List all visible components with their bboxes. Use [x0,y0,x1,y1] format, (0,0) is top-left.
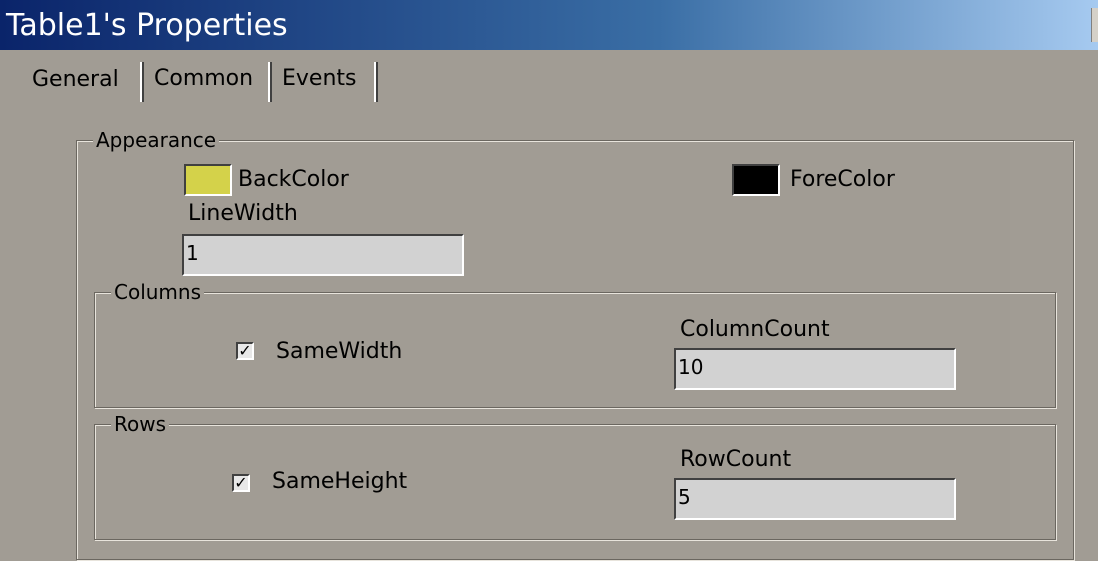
same-width-label: SameWidth [276,339,403,364]
tab-divider [140,62,144,102]
tab-divider [268,62,272,102]
tab-divider [374,62,378,102]
same-height-label: SameHeight [272,469,408,494]
back-color-label: BackColor [238,167,349,192]
tab-general[interactable]: General [18,56,133,104]
back-color-swatch[interactable] [184,164,232,196]
column-count-label: ColumnCount [680,317,830,342]
tab-common[interactable]: Common [148,62,259,96]
title-bar[interactable]: Table1's Properties [0,0,1098,50]
fore-color-label: ForeColor [790,167,895,192]
check-icon: ✓ [238,341,252,360]
row-count-input[interactable]: 5 [674,478,956,520]
same-height-checkbox[interactable]: ✓ [232,474,250,492]
row-count-label: RowCount [680,447,792,472]
check-icon: ✓ [234,473,248,492]
fore-color-swatch[interactable] [732,164,780,196]
rows-legend: Rows [111,411,170,437]
same-width-checkbox[interactable]: ✓ [236,342,254,360]
column-count-input[interactable]: 10 [674,348,956,390]
line-width-label: LineWidth [188,201,298,226]
appearance-legend: Appearance [93,127,220,153]
close-button[interactable] [1091,8,1098,42]
tab-strip: General Common Events [0,50,1098,105]
tab-events[interactable]: Events [276,62,363,96]
line-width-input[interactable]: 1 [182,234,464,276]
columns-legend: Columns [111,279,205,305]
window-title: Table1's Properties [6,8,288,43]
